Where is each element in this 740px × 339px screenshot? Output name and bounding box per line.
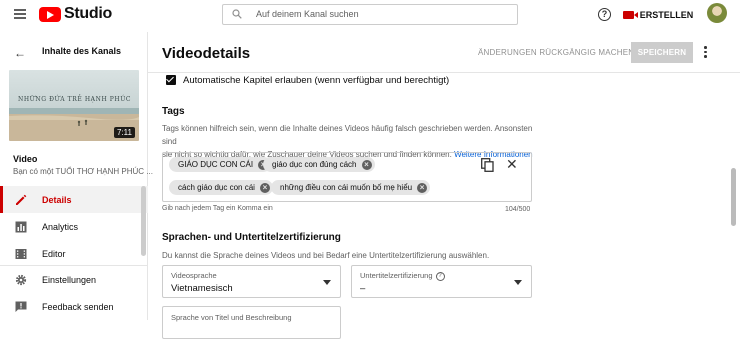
gear-icon xyxy=(15,274,27,285)
caption-certification-label-wrap: Untertitelzertifizierung? xyxy=(360,271,445,281)
thumbnail-overlay-text: NHỮNG ĐỨA TRẺ HẠNH PHÚC xyxy=(18,96,132,103)
video-label: Video xyxy=(13,154,38,164)
tag-chip: cách giáo dục con cái × xyxy=(169,180,273,195)
back-arrow-icon[interactable]: ← xyxy=(14,46,26,60)
tag-chip-label: những điều con cái muốn bố mẹ hiểu xyxy=(280,183,413,192)
sidebar-item-editor[interactable]: Editor xyxy=(0,240,148,267)
sidebar-item-settings[interactable]: Einstellungen xyxy=(0,266,148,293)
video-duration-badge: 7:11 xyxy=(114,127,135,138)
video-language-select[interactable]: Videosprache Vietnamesisch xyxy=(162,265,341,298)
header-divider xyxy=(148,72,740,73)
caption-certification-value: – xyxy=(360,283,366,294)
clear-tags-icon[interactable]: ✕ xyxy=(506,157,518,171)
search-placeholder: Auf deinem Kanal suchen xyxy=(256,9,359,19)
sidebar-item-label: Feedback senden xyxy=(42,301,114,312)
tags-counter: 104/500 xyxy=(505,206,531,213)
language-section-title: Sprachen- und Untertitelzertifizierung xyxy=(162,232,341,243)
tag-chip: GIÁO DỤC CON CÁI × xyxy=(169,157,272,172)
create-button[interactable]: ERSTELLEN xyxy=(622,4,694,25)
language-description: Du kannst die Sprache deines Videos und … xyxy=(162,251,490,260)
chevron-down-icon xyxy=(323,280,331,285)
menu-icon[interactable] xyxy=(14,9,26,19)
search-icon xyxy=(232,9,242,19)
camera-icon xyxy=(622,10,638,19)
bar-chart-icon xyxy=(15,221,27,232)
video-title: Bạn có một TUỔI THƠ HẠNH PHÚC ... xyxy=(13,167,153,176)
title-description-language-label: Sprache von Titel und Beschreibung xyxy=(171,313,292,322)
video-language-value: Vietnamesisch xyxy=(171,283,233,294)
sidebar-back-title[interactable]: Inhalte des Kanals xyxy=(42,46,121,56)
page-title: Videodetails xyxy=(162,45,251,62)
help-circle-icon[interactable]: ? xyxy=(435,271,445,281)
remove-tag-icon[interactable]: × xyxy=(259,182,270,193)
save-button[interactable]: SPEICHERN xyxy=(631,42,693,63)
sidebar-item-label: Editor xyxy=(42,248,66,259)
sidebar-item-feedback[interactable]: Feedback senden xyxy=(0,293,148,320)
more-options-icon[interactable] xyxy=(703,46,707,58)
remove-tag-icon[interactable]: × xyxy=(361,159,372,170)
main-scrollbar[interactable] xyxy=(731,168,736,226)
sidebar-item-label: Details xyxy=(42,194,72,205)
tags-hint: Gib nach jedem Tag ein Komma ein xyxy=(162,205,273,212)
tag-chip: những điều con cái muốn bố mẹ hiểu × xyxy=(271,180,431,195)
sidebar-item-label: Einstellungen xyxy=(42,274,97,285)
tags-section-title: Tags xyxy=(162,106,185,117)
sidebar-item-analytics[interactable]: Analytics xyxy=(0,213,148,240)
chevron-down-icon xyxy=(514,280,522,285)
copy-icon[interactable] xyxy=(481,158,494,172)
caption-certification-select[interactable]: Untertitelzertifizierung? – xyxy=(351,265,532,298)
tag-chip: giáo dục con đúng cách × xyxy=(263,157,375,172)
youtube-play-icon xyxy=(39,6,61,22)
help-icon[interactable]: ? xyxy=(598,8,611,21)
film-icon xyxy=(15,248,27,259)
logo-text: Studio xyxy=(64,5,112,22)
chapters-checkbox[interactable] xyxy=(166,75,176,85)
sidebar-scrollbar[interactable] xyxy=(141,186,146,256)
tag-chip-label: cách giáo dục con cái xyxy=(178,183,255,192)
sidebar-item-label: Analytics xyxy=(42,221,79,232)
title-description-language-select[interactable]: Sprache von Titel und Beschreibung xyxy=(162,306,341,339)
avatar[interactable] xyxy=(707,3,727,23)
pencil-icon xyxy=(16,194,27,205)
undo-changes-button[interactable]: ÄNDERUNGEN RÜCKGÄNGIG MACHEN xyxy=(478,48,634,57)
tag-chip-label: GIÁO DỤC CON CÁI xyxy=(178,160,254,169)
video-language-label: Videosprache xyxy=(171,271,217,280)
tags-description-line: Tags können hilfreich sein, wenn die Inh… xyxy=(162,124,533,146)
sidebar-item-details[interactable]: Details xyxy=(0,186,148,213)
caption-certification-label: Untertitelzertifizierung xyxy=(360,271,433,280)
create-label: ERSTELLEN xyxy=(639,9,694,20)
tag-chip-label: giáo dục con đúng cách xyxy=(272,160,357,169)
chapters-checkbox-label: Automatische Kapitel erlauben (wenn verf… xyxy=(183,75,450,86)
remove-tag-icon[interactable]: × xyxy=(417,182,428,193)
feedback-icon xyxy=(15,301,27,312)
studio-logo[interactable]: Studio xyxy=(39,5,112,23)
